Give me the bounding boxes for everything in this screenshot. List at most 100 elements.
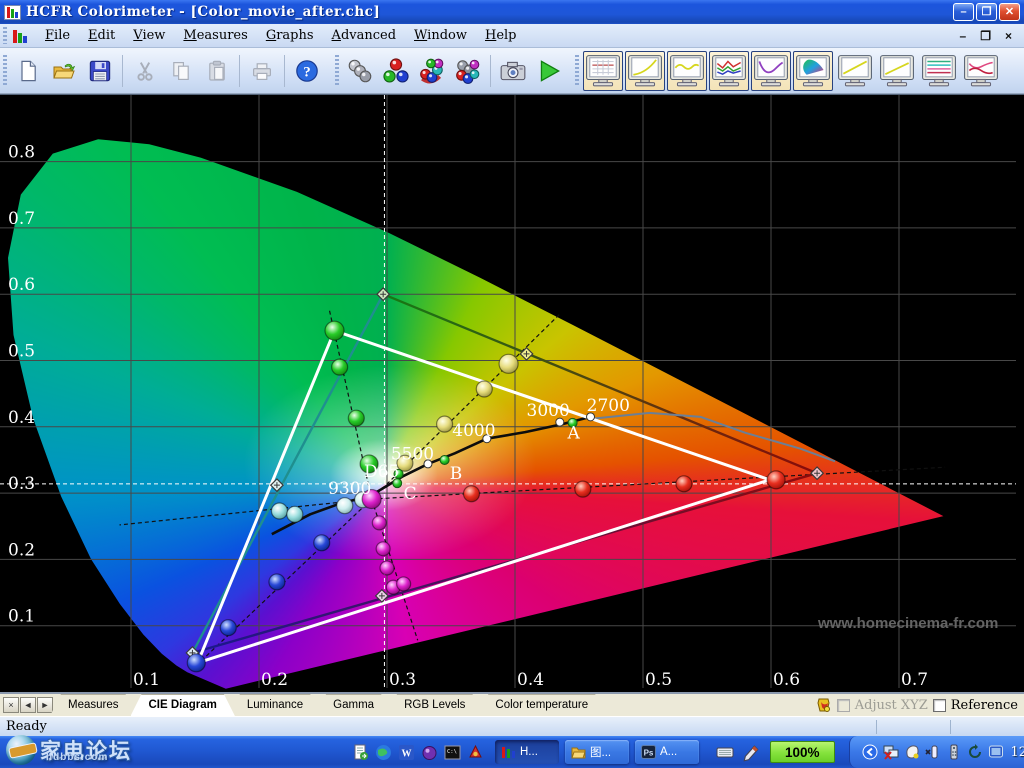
close-button[interactable]: ✕ <box>999 3 1020 21</box>
svg-text:0.6: 0.6 <box>8 275 35 295</box>
svg-text:A: A <box>566 424 580 444</box>
cut-button[interactable] <box>128 52 162 90</box>
minimize-button[interactable]: – <box>953 3 974 21</box>
open-folder-icon <box>52 59 76 83</box>
menu-advanced[interactable]: Advanced <box>323 26 405 45</box>
monitor-cie-button[interactable] <box>793 50 833 91</box>
svg-text:0.2: 0.2 <box>8 540 35 560</box>
camera-button[interactable] <box>496 52 530 90</box>
restore-button[interactable]: ❐ <box>976 3 997 21</box>
monitor-rgb-icon <box>711 54 747 87</box>
menu-help[interactable]: Help <box>476 26 526 45</box>
quicklaunch-globe-icon[interactable] <box>375 744 392 761</box>
monitor-wave-yellow-button[interactable] <box>667 50 707 91</box>
tab-gamma[interactable]: Gamma <box>315 694 392 716</box>
tab-cie-diagram[interactable]: CIE Diagram <box>131 694 235 716</box>
adjust-xyz-checkbox[interactable] <box>836 698 850 712</box>
quicklaunch-purple-icon[interactable] <box>421 744 438 761</box>
play-button[interactable] <box>532 52 566 90</box>
toolbar-grip-2[interactable] <box>335 54 339 87</box>
svg-text:0.7: 0.7 <box>8 209 35 229</box>
menu-file[interactable]: File <box>36 26 79 45</box>
monitor-pink-button[interactable] <box>961 51 1001 91</box>
svg-text:4000: 4000 <box>452 421 495 441</box>
tray-collapse-icon[interactable] <box>862 744 878 760</box>
measurement-points <box>186 320 786 673</box>
svg-text:0.1: 0.1 <box>133 670 160 690</box>
print-button[interactable] <box>245 52 279 90</box>
sensor-color-icon <box>417 57 447 85</box>
sensor-status-icon <box>817 698 830 712</box>
mdi-restore-button[interactable]: ❐ <box>980 29 991 43</box>
language-bar-keyboard-icon[interactable] <box>716 745 734 760</box>
tab-measures[interactable]: Measures <box>50 694 137 716</box>
quicklaunch-media-red-icon[interactable] <box>467 744 484 761</box>
sensor-gray-button[interactable] <box>343 52 377 90</box>
tray-display-icon[interactable] <box>988 744 1004 760</box>
adjust-xyz-label: Adjust XYZ <box>854 697 928 713</box>
cie-diagram-chart: 0.1 0.2 0.3 0.4 0.5 0.6 0.7 0.1 0.2 0.3 0.4 0.5 0.6 0… <box>0 94 1024 692</box>
tray-swirl-icon[interactable] <box>967 744 983 760</box>
print-icon <box>250 59 274 83</box>
tray-net-x-icon[interactable] <box>883 744 899 760</box>
title-bar[interactable]: HCFR Colorimeter - [Color_movie_after.ch… <box>0 0 1024 24</box>
menu-view[interactable]: View <box>124 26 174 45</box>
mdi-close-button[interactable]: × <box>1005 29 1012 43</box>
svg-text:0.4: 0.4 <box>517 670 544 690</box>
svg-text:D65: D65 <box>364 462 399 482</box>
help-button[interactable]: ? <box>290 52 324 90</box>
reference-checkbox[interactable] <box>932 698 946 712</box>
save-button[interactable] <box>83 52 117 90</box>
svg-text:2700: 2700 <box>587 396 630 416</box>
monitor-curve-purple-button[interactable] <box>751 50 791 91</box>
menu-measures[interactable]: Measures <box>174 26 256 45</box>
cut-icon <box>133 59 157 83</box>
monitor-rgb-button[interactable] <box>709 50 749 91</box>
open-folder-button[interactable] <box>47 52 81 90</box>
mdi-minimize-button[interactable]: – <box>960 29 967 43</box>
axis-tick-labels: 0.1 0.2 0.3 0.4 0.5 0.6 0.70.10.20.30.40.50.60… <box>8 143 928 690</box>
svg-text:0.3: 0.3 <box>389 670 416 690</box>
monitor-table-button[interactable] <box>583 50 623 91</box>
paste-button[interactable] <box>200 52 234 90</box>
tab-rgb-levels[interactable]: RGB Levels <box>386 694 483 716</box>
new-file-button[interactable] <box>11 52 45 90</box>
sensor-color-button[interactable] <box>415 52 449 90</box>
sensor-multi-button[interactable] <box>451 52 485 90</box>
quicklaunch-doc-icon[interactable] <box>352 744 369 761</box>
quicklaunch-word-icon[interactable]: W <box>398 744 415 761</box>
menu-graphs[interactable]: Graphs <box>257 26 323 45</box>
tab-scroll-right-button[interactable]: ► <box>37 697 53 713</box>
taskbar-button-folder[interactable]: 图... <box>565 740 629 764</box>
monitor-multiline-button[interactable] <box>919 51 959 91</box>
tab-close-button[interactable]: × <box>3 697 19 713</box>
quicklaunch-cmd-icon[interactable]: C:\ <box>444 744 461 761</box>
tray-mouse-icon[interactable] <box>904 744 920 760</box>
tab-color-temperature[interactable]: Color temperature <box>477 694 606 716</box>
paste-icon <box>205 59 229 83</box>
monitor-line-yellow-button[interactable] <box>835 51 875 91</box>
ps-icon: Ps <box>641 745 656 759</box>
toolbar-grip-1[interactable] <box>3 54 7 87</box>
copy-button[interactable] <box>164 52 198 90</box>
menu-window[interactable]: Window <box>405 26 476 45</box>
toolbar-separator <box>284 54 285 87</box>
monitor-line-yellow2-button[interactable] <box>877 51 917 91</box>
tray-mute-icon[interactable] <box>924 744 941 760</box>
monitor-curve-yellow-button[interactable] <box>625 50 665 91</box>
menu-grip[interactable] <box>3 27 7 44</box>
calibration-progress-indicator[interactable]: 100% <box>770 741 835 763</box>
sensor-rgb-button[interactable] <box>379 52 413 90</box>
menu-edit[interactable]: Edit <box>79 26 124 45</box>
monitor-multiline-icon <box>921 54 957 87</box>
tray-remote-icon[interactable] <box>946 744 962 760</box>
svg-text:0.7: 0.7 <box>901 670 928 690</box>
taskbar-button-ps[interactable]: Ps A... <box>635 740 699 764</box>
tab-luminance[interactable]: Luminance <box>229 694 321 716</box>
language-bar-pen-icon[interactable] <box>742 744 760 762</box>
tab-scroll-left-button[interactable]: ◄ <box>20 697 36 713</box>
svg-text:0.6: 0.6 <box>773 670 800 690</box>
taskbar-clock[interactable]: 12:39 <box>1009 745 1024 760</box>
taskbar-button-hcfr[interactable]: H... <box>495 740 559 764</box>
toolbar-grip-3[interactable] <box>575 54 579 87</box>
